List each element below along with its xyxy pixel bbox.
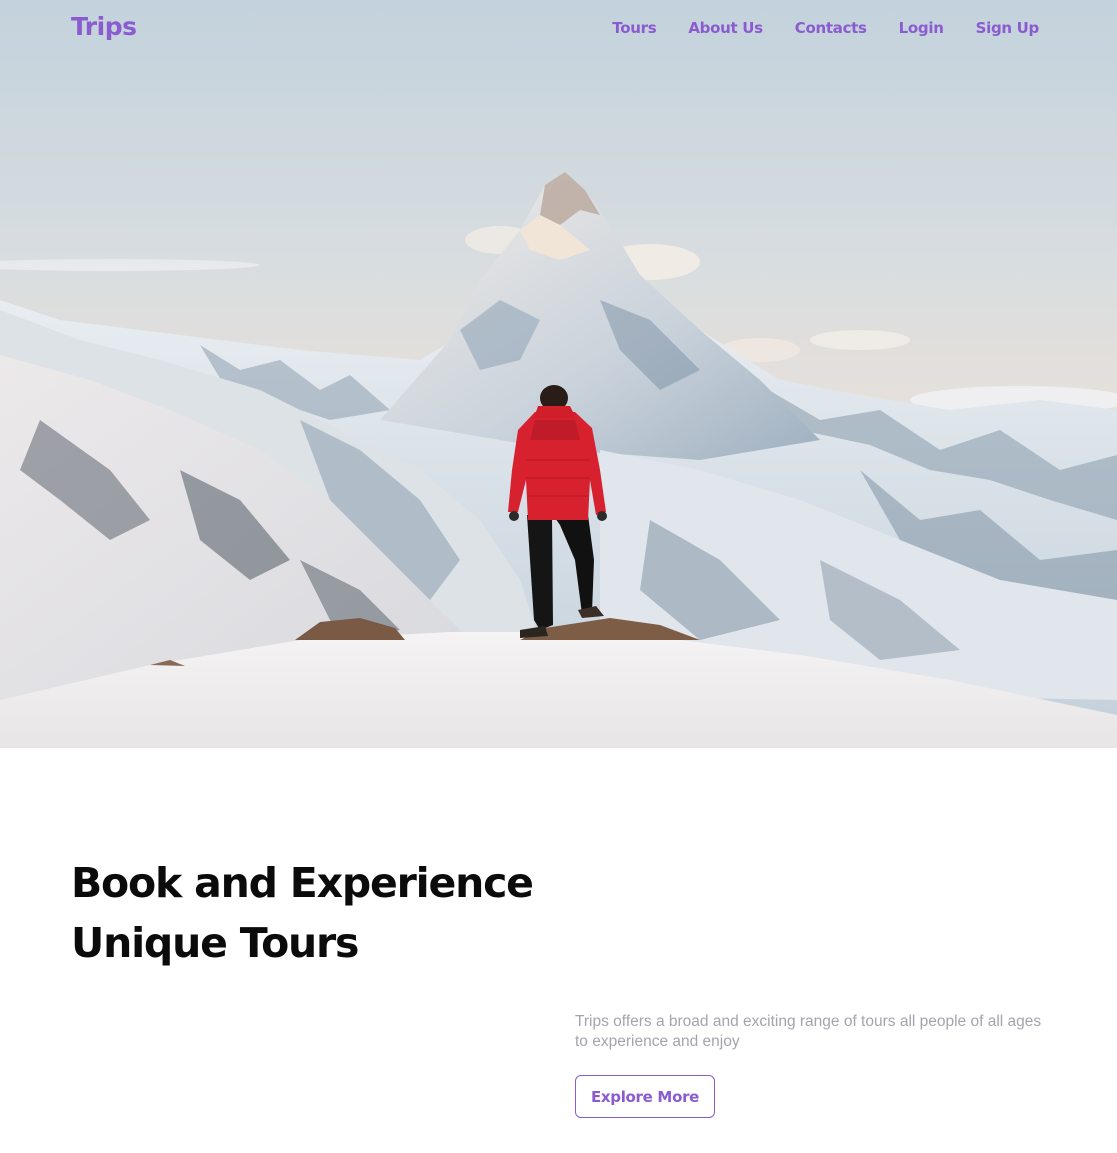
- intro-description: Trips offers a broad and exciting range …: [575, 1013, 1042, 1050]
- page-headline: Book and Experience Unique Tours: [71, 859, 534, 967]
- nav-link-sign-up[interactable]: Sign Up: [976, 19, 1040, 37]
- brand-logo[interactable]: Trips: [71, 12, 137, 41]
- nav-link-about-us[interactable]: About Us: [688, 19, 763, 37]
- nav-link-login[interactable]: Login: [899, 19, 944, 37]
- page: Trips Tours About Us Contacts Login Sign…: [0, 0, 1117, 1153]
- nav-link-contacts[interactable]: Contacts: [795, 19, 867, 37]
- explore-more-button[interactable]: Explore More: [575, 1075, 715, 1118]
- hero-image: [0, 0, 1117, 748]
- nav-link-tours[interactable]: Tours: [612, 19, 656, 37]
- navbar: Trips Tours About Us Contacts Login Sign…: [0, 0, 1117, 60]
- hero-banner: Trips Tours About Us Contacts Login Sign…: [0, 0, 1117, 748]
- nav-links: Tours About Us Contacts Login Sign Up: [612, 19, 1039, 37]
